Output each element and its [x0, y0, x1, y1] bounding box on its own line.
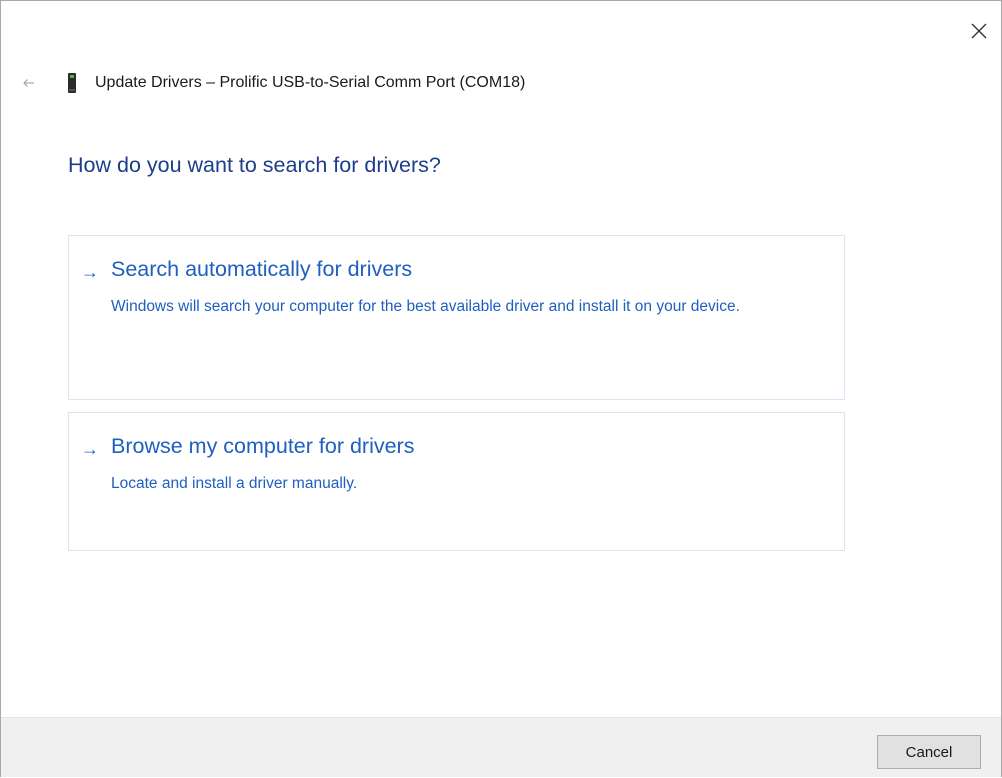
back-button[interactable] — [17, 71, 41, 95]
option-description: Windows will search your computer for th… — [111, 298, 740, 315]
option-title: Browse my computer for drivers — [111, 434, 415, 458]
browse-computer-option[interactable]: → Browse my computer for drivers Locate … — [68, 412, 845, 551]
right-arrow-icon: → — [81, 262, 99, 282]
close-button[interactable] — [963, 15, 995, 47]
update-drivers-window: Update Drivers – Prolific USB-to-Serial … — [0, 0, 1002, 777]
right-arrow-icon: → — [81, 439, 99, 459]
dialog-title: Update Drivers – Prolific USB-to-Serial … — [95, 74, 526, 91]
cancel-button[interactable]: Cancel — [877, 735, 981, 769]
close-icon — [971, 23, 987, 39]
page-heading: How do you want to search for drivers? — [68, 153, 441, 177]
option-title: Search automatically for drivers — [111, 257, 413, 281]
search-automatically-option[interactable]: → Search automatically for drivers Windo… — [68, 235, 845, 400]
dialog-footer: Cancel — [1, 717, 1001, 777]
option-description: Locate and install a driver manually. — [111, 475, 358, 492]
dialog-header: Update Drivers – Prolific USB-to-Serial … — [67, 69, 525, 97]
usb-device-icon — [68, 73, 76, 93]
back-arrow-icon — [23, 79, 34, 87]
